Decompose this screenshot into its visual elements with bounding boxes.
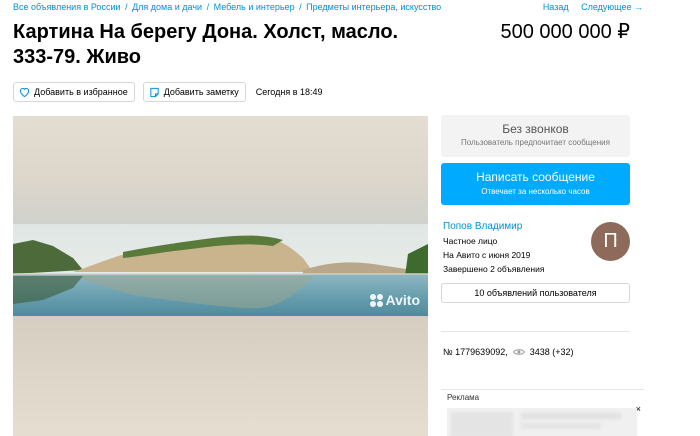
- listing-date: Сегодня в 18:49: [255, 87, 323, 97]
- advertisement-block: Реклама ×: [441, 389, 644, 436]
- advertisement-content[interactable]: [447, 408, 637, 436]
- listing-pager: Назад Следующее →: [533, 2, 643, 12]
- advertisement-text-blurred: [521, 423, 601, 429]
- avito-logo-icon: [369, 293, 383, 307]
- breadcrumb-item-decor-art[interactable]: Предметы интерьера, искусство: [306, 2, 441, 12]
- breadcrumb-item-home-garden[interactable]: Для дома и дачи: [132, 2, 202, 12]
- add-note-button[interactable]: Добавить заметку: [142, 82, 246, 102]
- no-calls-notice: Без звонков Пользователь предпочитает со…: [441, 115, 630, 157]
- eye-icon: [512, 348, 525, 356]
- photo-blur-bottom: [13, 316, 428, 436]
- seller-info: Попов Владимир Частное лицо На Авито с и…: [443, 221, 593, 278]
- breadcrumb-separator: /: [125, 2, 128, 12]
- advertisement-text-blurred: [521, 413, 621, 419]
- write-message-button[interactable]: Написать сообщение Отвечает за несколько…: [441, 163, 630, 205]
- user-ads-label: 10 объявлений пользователя: [474, 288, 597, 298]
- seller-type: Частное лицо: [443, 236, 498, 246]
- heart-icon: [19, 87, 30, 97]
- advertisement-thumbnail: [451, 412, 513, 436]
- listing-actions: Добавить в избранное Добавить заметку Се…: [13, 82, 323, 102]
- breadcrumb-separator: /: [299, 2, 302, 12]
- breadcrumb-separator: /: [206, 2, 210, 12]
- no-calls-title: Без звонков: [502, 122, 569, 136]
- avito-watermark: Avito: [369, 292, 420, 308]
- listing-title: Картина На берегу Дона. Холст, масло. 33…: [13, 21, 399, 68]
- avatar[interactable]: П: [591, 222, 630, 261]
- breadcrumb-item-all-russia[interactable]: Все объявления в России: [13, 2, 121, 12]
- add-note-label: Добавить заметку: [163, 87, 239, 97]
- listing-price: 500 000 000 ₽: [500, 21, 630, 43]
- pager-back-link[interactable]: Назад: [543, 2, 569, 12]
- user-ads-button[interactable]: 10 объявлений пользователя: [441, 283, 630, 303]
- write-message-title: Написать сообщение: [476, 170, 595, 184]
- seller-name-link[interactable]: Попов Владимир: [443, 221, 593, 232]
- note-icon: [149, 87, 160, 98]
- advertisement-label: Реклама: [447, 393, 480, 402]
- breadcrumb: Все объявления в России / Для дома и дач…: [13, 2, 441, 12]
- ad-meta: № 1779639092, 3438 (+32): [443, 347, 574, 357]
- sidebar-divider: [441, 331, 630, 332]
- avito-watermark-text: Avito: [385, 292, 420, 308]
- ad-number: № 1779639092,: [443, 347, 508, 357]
- listing-photo[interactable]: Avito: [13, 116, 428, 436]
- photo-blur-top: [13, 116, 428, 224]
- write-message-subtitle: Отвечает за несколько часов: [481, 187, 590, 196]
- add-to-favorites-button[interactable]: Добавить в избранное: [13, 82, 135, 102]
- add-to-favorites-label: Добавить в избранное: [34, 87, 128, 97]
- avatar-letter: П: [603, 230, 618, 252]
- no-calls-subtitle: Пользователь предпочитает сообщения: [461, 138, 610, 147]
- seller-since: На Авито с июня 2019: [443, 250, 531, 260]
- seller-completed-ads: Завершено 2 объявления: [443, 264, 545, 274]
- pager-next-link[interactable]: Следующее →: [581, 2, 643, 12]
- breadcrumb-item-furniture[interactable]: Мебель и интерьер: [214, 2, 295, 12]
- river-painting-image: [13, 224, 428, 316]
- ad-views: 3438 (+32): [529, 347, 574, 357]
